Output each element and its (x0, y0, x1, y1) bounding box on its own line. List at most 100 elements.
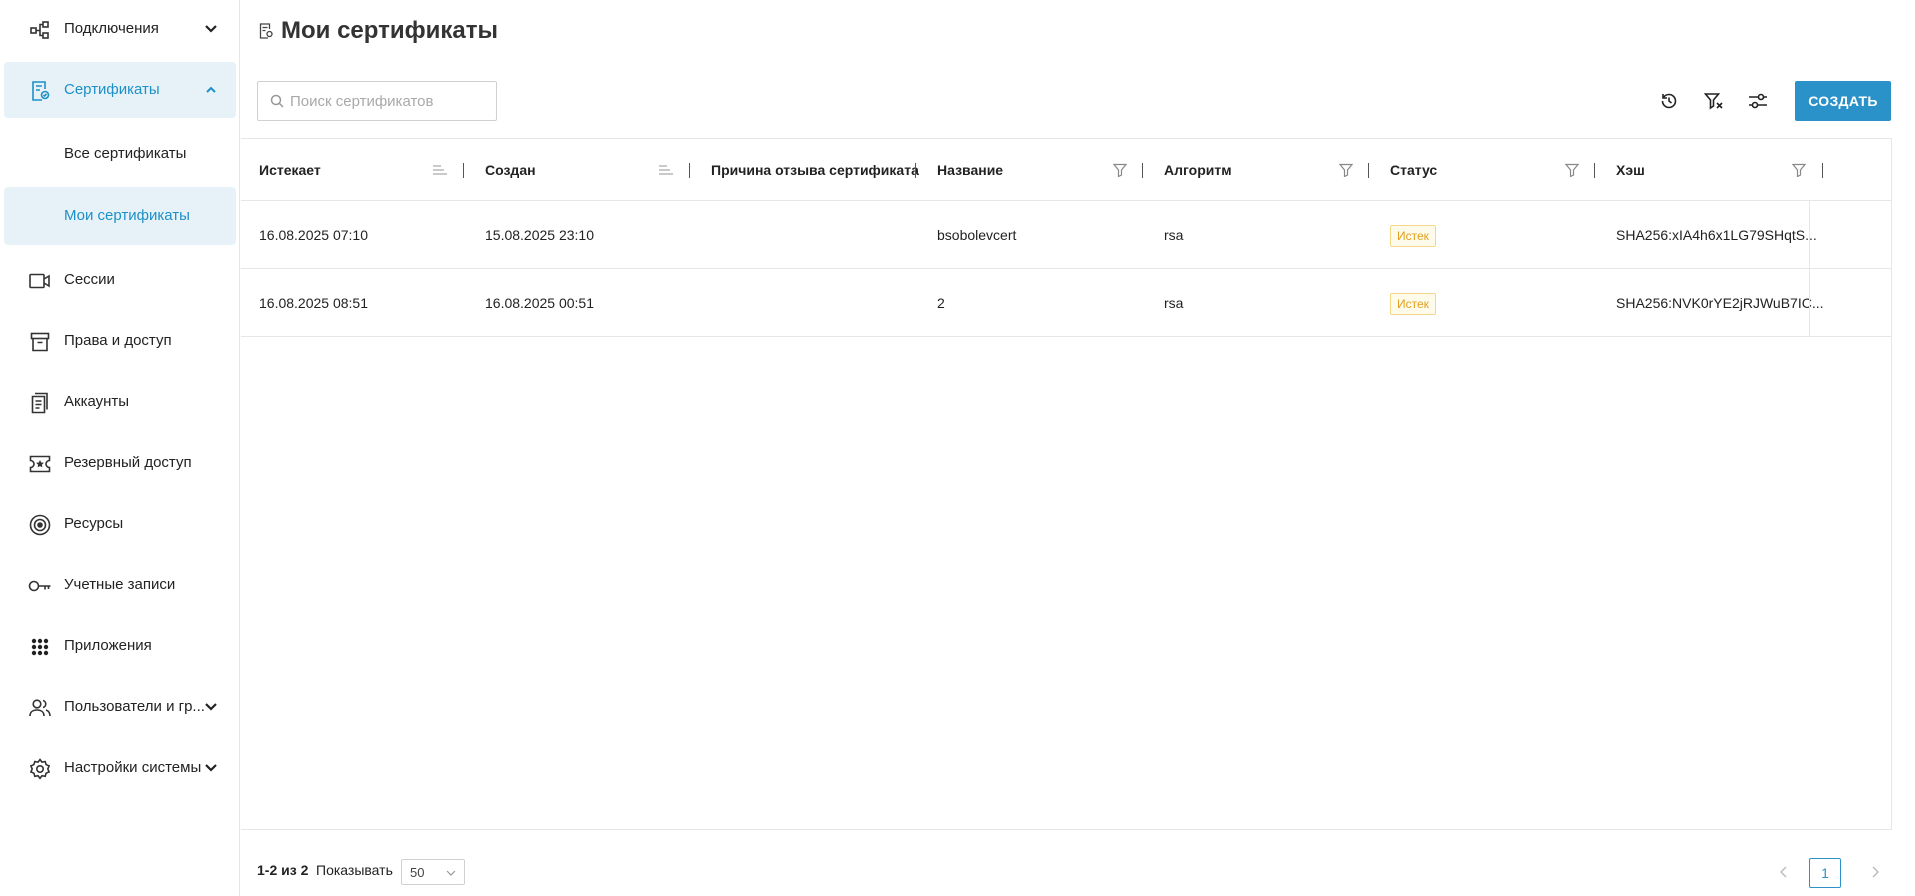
search-box[interactable] (257, 81, 497, 121)
table-row[interactable]: 16.08.2025 08:51 16.08.2025 00:51 2 rsa … (241, 270, 1891, 337)
column-header-created[interactable]: Создан (485, 139, 536, 201)
filter-clear-icon (1704, 93, 1723, 110)
status-badge: Истек (1390, 225, 1436, 247)
next-page-icon[interactable] (1867, 864, 1883, 880)
sidebar-item-user-accounts[interactable]: Учетные записи (4, 557, 236, 613)
cell-name: bsobolevcert (937, 227, 1017, 243)
app-window: Подключения Сертификаты Все сертификаты … (0, 0, 1915, 896)
sidebar-item-label: Учетные записи (64, 576, 176, 593)
sidebar-item-permissions[interactable]: Права и доступ (4, 313, 236, 369)
cell-name: 2 (937, 295, 945, 311)
sidebar-item-label: Сессии (64, 271, 115, 288)
sidebar-item-certificates[interactable]: Сертификаты (4, 62, 236, 118)
sidebar-item-label: Ресурсы (64, 515, 124, 532)
chevron-down-icon (446, 870, 456, 876)
certificates-table: Истекает Создан Причина отзыва сертифика… (241, 138, 1892, 830)
cell-created: 16.08.2025 00:51 (485, 295, 594, 311)
cell-algorithm: rsa (1164, 227, 1184, 243)
column-resize-handle[interactable] (1822, 163, 1823, 178)
sidebar-item-my-certificates[interactable]: Мои сертификаты (4, 187, 236, 245)
cell-created: 15.08.2025 23:10 (485, 227, 594, 243)
sidebar-item-resources[interactable]: Ресурсы (4, 496, 236, 552)
sidebar-item-label: Все сертификаты (64, 145, 187, 162)
filter-icon[interactable] (1564, 163, 1580, 177)
column-resize-handle[interactable] (689, 163, 690, 178)
sidebar-item-label: Сертификаты (64, 81, 160, 98)
sort-icon[interactable] (658, 163, 674, 177)
main-content: Мои сертификаты СОЗДАТЬ Истекает Создан (241, 0, 1915, 896)
create-button[interactable]: СОЗДАТЬ (1795, 81, 1891, 121)
status-badge: Истек (1390, 293, 1436, 315)
document-icon (28, 392, 52, 414)
prev-page-icon[interactable] (1776, 864, 1792, 880)
chevron-down-icon (205, 25, 217, 33)
sidebar-item-system-settings[interactable]: Настройки системы (4, 740, 236, 796)
column-resize-handle[interactable] (1594, 163, 1595, 178)
clear-filters-button[interactable] (1701, 88, 1727, 114)
sidebar-item-label: Мои сертификаты (64, 207, 190, 224)
chevron-up-icon (206, 86, 216, 93)
cell-algorithm: rsa (1164, 295, 1184, 311)
sidebar-item-label: Приложения (64, 637, 152, 654)
chevron-down-icon (205, 703, 217, 711)
sidebar-item-label: Настройки системы (64, 759, 202, 776)
filter-icon[interactable] (1791, 163, 1807, 177)
sidebar-item-label: Аккаунты (64, 393, 130, 410)
cell-hash: SHA256:xIA4h6x1LG79SHqtS... (1616, 227, 1817, 243)
sidebar-item-label: Резервный доступ (64, 454, 192, 471)
history-button[interactable] (1656, 88, 1682, 114)
column-header-status[interactable]: Статус (1390, 139, 1437, 201)
search-icon (270, 94, 284, 108)
column-header-algorithm[interactable]: Алгоритм (1164, 139, 1232, 201)
page-size-select[interactable]: 50 (401, 859, 465, 885)
connections-icon (28, 19, 52, 41)
sidebar-item-label: Подключения (64, 20, 159, 37)
column-resize-handle[interactable] (915, 163, 916, 178)
chevron-down-icon (205, 764, 217, 772)
sidebar-item-sessions[interactable]: Сессии (4, 252, 236, 308)
history-icon (1661, 93, 1677, 109)
sidebar-item-connections[interactable]: Подключения (4, 1, 236, 57)
sidebar: Подключения Сертификаты Все сертификаты … (0, 0, 240, 896)
sidebar-item-label: Права и доступ (64, 332, 172, 349)
page-current[interactable]: 1 (1809, 858, 1841, 888)
grid-dots-icon (28, 636, 52, 658)
page-size-label: Показывать (316, 862, 393, 878)
sidebar-item-accounts[interactable]: Аккаунты (4, 374, 236, 430)
column-header-name[interactable]: Название (937, 139, 1003, 201)
filter-icon[interactable] (1338, 163, 1354, 177)
column-header-revocation-reason[interactable]: Причина отзыва сертификата (711, 139, 919, 201)
certificate-icon (28, 80, 52, 102)
sliders-icon (1749, 93, 1767, 109)
search-input[interactable] (290, 92, 490, 110)
column-resize-handle[interactable] (1142, 163, 1143, 178)
key-icon (28, 575, 52, 597)
column-resize-handle[interactable] (463, 163, 464, 178)
sidebar-item-users-groups[interactable]: Пользователи и гр... (4, 679, 236, 735)
target-icon (28, 514, 52, 536)
archive-icon (28, 331, 52, 353)
column-header-hash[interactable]: Хэш (1616, 139, 1645, 201)
cell-expires: 16.08.2025 07:10 (259, 227, 368, 243)
sidebar-item-label: Пользователи и гр... (64, 698, 205, 715)
sort-icon[interactable] (432, 163, 448, 177)
cell-hash: SHA256:NVK0rYE2jRJWuB7IC... (1616, 295, 1824, 311)
sidebar-item-applications[interactable]: Приложения (4, 618, 236, 674)
column-divider (1809, 201, 1810, 336)
record-count: 1-2 из 2 (257, 862, 309, 878)
page-title: Мои сертификаты (281, 17, 498, 44)
sidebar-item-reserve-access[interactable]: Резервный доступ (4, 435, 236, 491)
cell-expires: 16.08.2025 08:51 (259, 295, 368, 311)
page-header: Мои сертификаты (259, 14, 498, 48)
column-settings-button[interactable] (1745, 88, 1771, 114)
filter-icon[interactable] (1112, 163, 1128, 177)
gear-icon (28, 758, 52, 780)
certificate-icon (259, 23, 273, 39)
column-header-expires[interactable]: Истекает (259, 139, 321, 201)
column-resize-handle[interactable] (1368, 163, 1369, 178)
table-row[interactable]: 16.08.2025 07:10 15.08.2025 23:10 bsobol… (241, 202, 1891, 269)
sidebar-item-all-certificates[interactable]: Все сертификаты (4, 125, 236, 183)
video-camera-icon (28, 270, 52, 292)
table-header: Истекает Создан Причина отзыва сертифика… (241, 139, 1891, 201)
ticket-star-icon (28, 453, 52, 475)
